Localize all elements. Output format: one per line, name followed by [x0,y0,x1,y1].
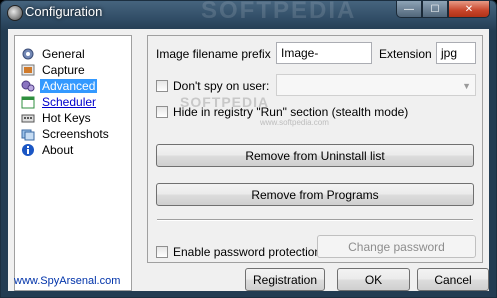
change-password-button[interactable]: Change password [317,235,476,258]
nav-item-label: Screenshots [42,126,109,141]
enable-password-label: Enable password protection [173,245,322,259]
nav-item-label: Scheduler [42,94,97,109]
nav-item-label: Advanced [40,78,98,93]
dont-spy-option[interactable]: Don't spy on user: [156,79,269,93]
ok-button[interactable]: OK [337,268,410,291]
nav-item-label: General [42,46,85,61]
nav-item-label: Hot Keys [42,110,91,125]
nav-item-label: About [42,142,74,157]
settings-navigation: General Capture Advanced Scheduler Hot K… [14,35,132,291]
nav-item-screenshots[interactable]: Screenshots [21,126,111,141]
remove-from-uninstall-button[interactable]: Remove from Uninstall list [156,144,474,167]
title-bar[interactable]: Configuration SOFTPEDIA — ☐ ✕ [1,0,496,25]
nav-item-scheduler[interactable]: Scheduler [21,94,98,109]
filename-prefix-label: Image filename prefix [156,47,271,61]
dont-spy-label: Don't spy on user: [173,79,270,93]
dialog-client-area: General Capture Advanced Scheduler Hot K… [8,29,489,291]
about-icon [21,143,35,157]
extension-label: Extension [379,47,432,61]
nav-item-label: Capture [42,62,85,77]
enable-password-option[interactable]: Enable password protection [156,245,321,259]
close-button[interactable]: ✕ [448,1,490,18]
softpedia-watermark: SOFTPEDIA [201,0,357,24]
capture-icon [21,63,35,77]
advanced-icon [21,79,35,93]
scheduler-icon [21,95,35,109]
extension-field[interactable]: jpg [436,42,476,64]
registration-button[interactable]: Registration [245,268,325,291]
filename-prefix-field[interactable]: Image- [276,42,372,64]
nav-item-general[interactable]: General [21,46,87,61]
enable-password-checkbox[interactable] [156,246,168,258]
keyboard-icon [21,111,35,125]
cancel-button[interactable]: Cancel [417,268,489,291]
app-icon [7,5,23,21]
hide-registry-option[interactable]: Hide in registry "Run" section (stealth … [156,105,408,119]
nav-item-capture[interactable]: Capture [21,62,87,77]
maximize-button[interactable]: ☐ [422,1,448,18]
chevron-down-icon: ▼ [462,81,471,91]
panel-divider [157,219,473,221]
advanced-settings-panel: SOFTPEDIA www.softpedia.com Image filena… [147,35,483,263]
remove-from-programs-button[interactable]: Remove from Programs [156,183,474,206]
screenshots-icon [21,127,35,141]
window-title: Configuration [25,4,103,19]
nav-item-about[interactable]: About [21,142,75,157]
panel-watermark-url: www.softpedia.com [260,118,329,127]
spyarsenal-link[interactable]: www.SpyArsenal.com [14,275,120,287]
hide-registry-checkbox[interactable] [156,106,168,118]
hide-registry-label: Hide in registry "Run" section (stealth … [173,105,409,119]
nav-item-hot-keys[interactable]: Hot Keys [21,110,93,125]
dont-spy-checkbox[interactable] [156,80,168,92]
minimize-button[interactable]: — [396,1,422,18]
configuration-window: Configuration SOFTPEDIA — ☐ ✕ General Ca… [0,0,497,298]
gear-icon [21,47,35,61]
dont-spy-user-select[interactable]: ▼ [276,74,476,96]
nav-item-advanced[interactable]: Advanced [21,78,98,93]
